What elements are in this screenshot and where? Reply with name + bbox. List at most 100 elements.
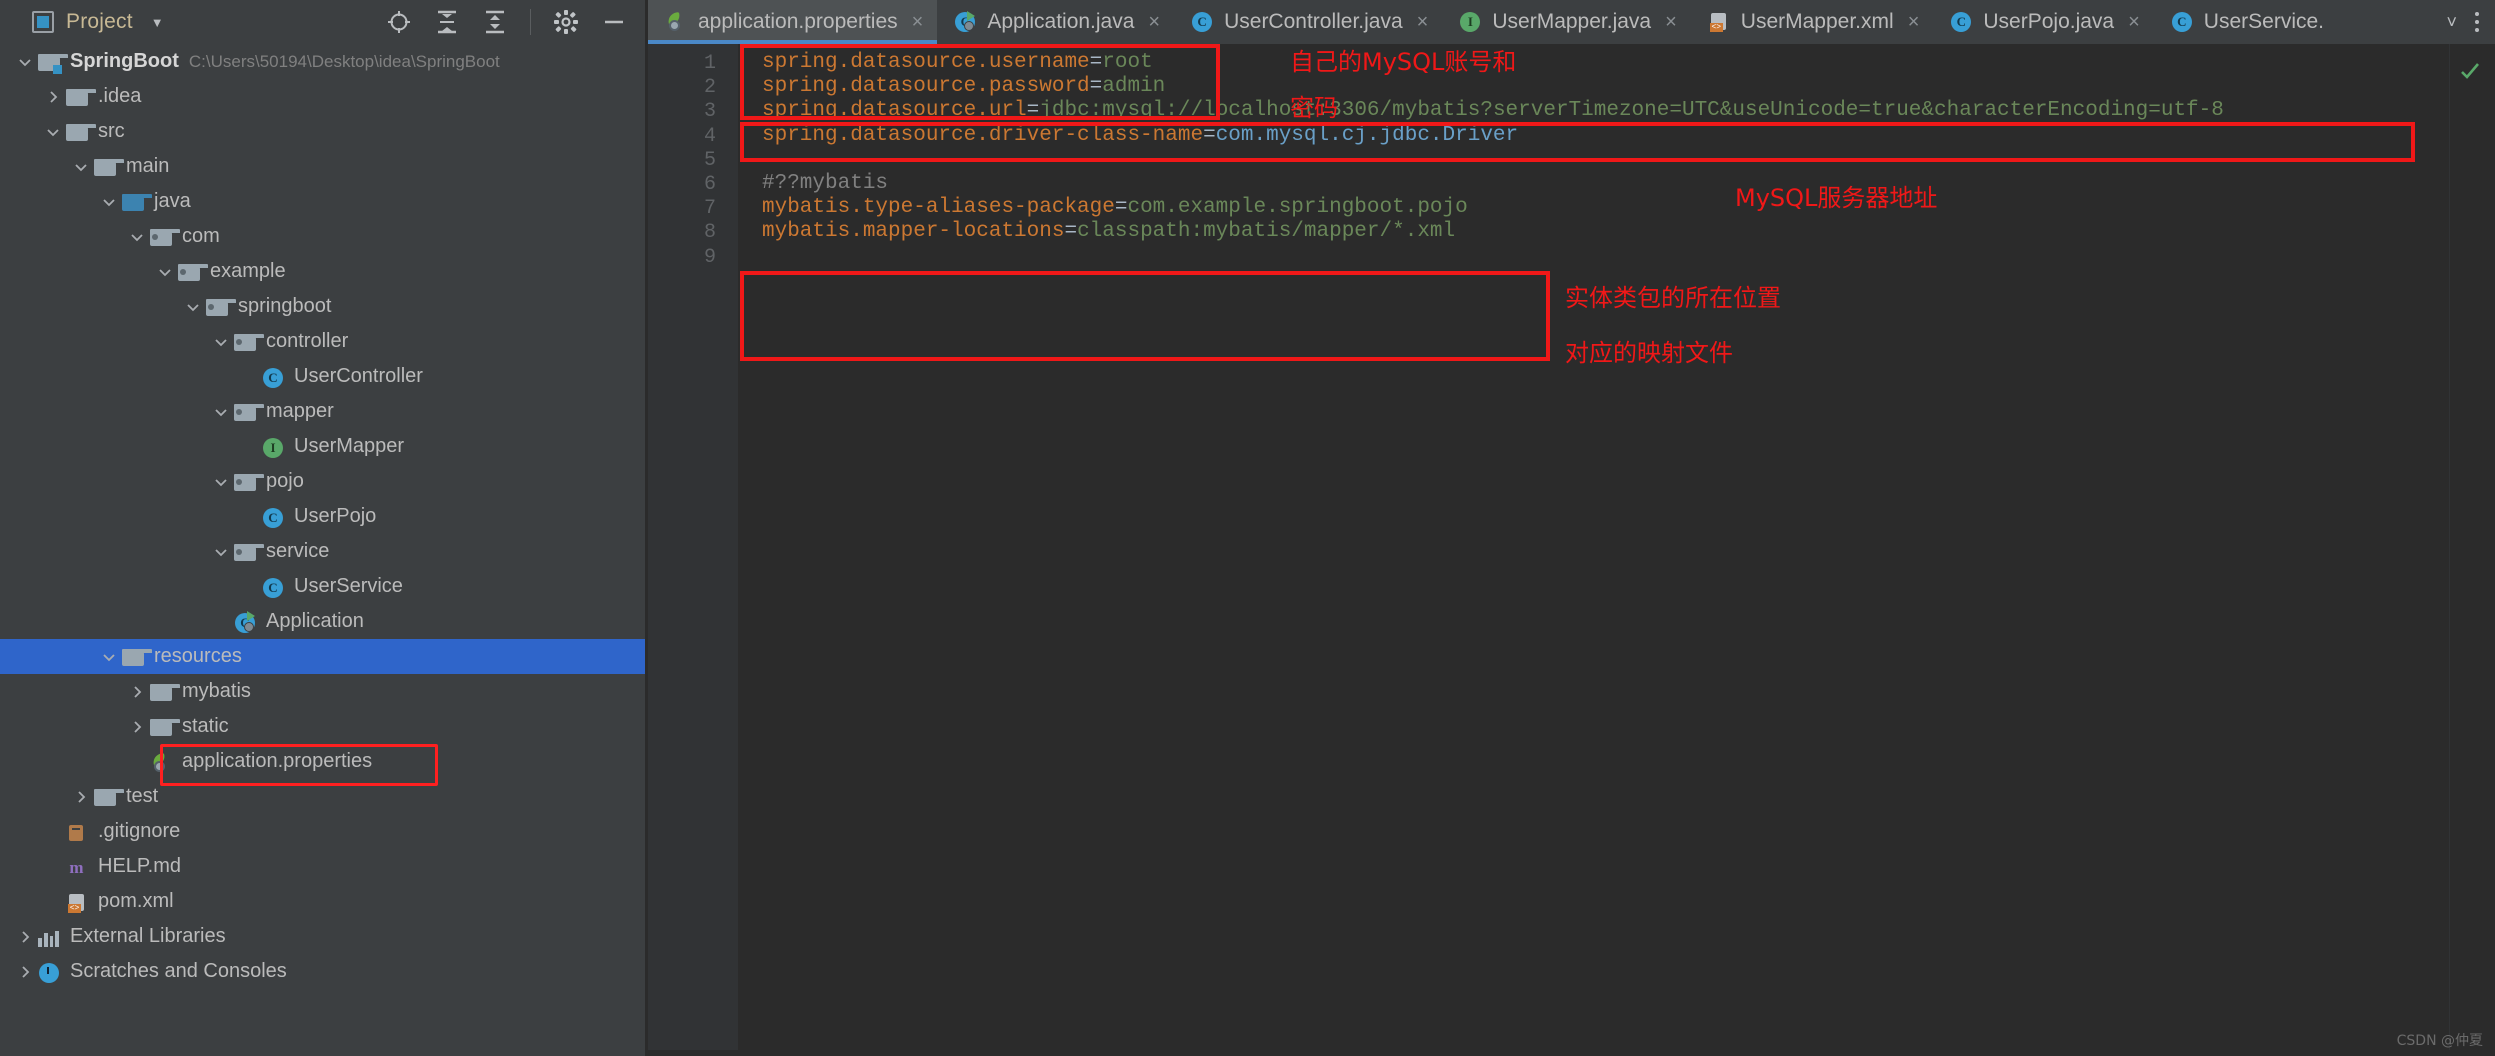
tree-item-help-md[interactable]: m HELP.md — [0, 849, 645, 884]
chevron-down-icon[interactable] — [154, 261, 176, 283]
tree-item-userservice[interactable]: C UserService — [0, 569, 645, 604]
editor-tab-usercontroller-java[interactable]: C UserController.java × — [1174, 0, 1442, 44]
project-tree[interactable]: SpringBoot C:\Users\50194\Desktop\idea\Sp… — [0, 44, 645, 1056]
locate-icon[interactable] — [386, 9, 412, 35]
tree-item-springboot[interactable]: springboot — [0, 289, 645, 324]
tree-item-java[interactable]: java — [0, 184, 645, 219]
tree-item-label: UserPojo — [294, 505, 377, 527]
code-token: = — [1026, 99, 1040, 123]
tree-item-test[interactable]: test — [0, 779, 645, 814]
tree-item-pom-xml[interactable]: <> pom.xml — [0, 884, 645, 919]
editor-tab-usermapper-xml[interactable]: <> UserMapper.xml × — [1691, 0, 1934, 44]
tree-item-path: C:\Users\50194\Desktop\idea\SpringBoot — [188, 51, 500, 71]
chevron-down-icon[interactable] — [98, 191, 120, 213]
tree-item-application[interactable]: C Application — [0, 604, 645, 639]
tree-item-pojo[interactable]: pojo — [0, 464, 645, 499]
tree-item-springboot[interactable]: SpringBoot C:\Users\50194\Desktop\idea\Sp… — [0, 44, 645, 79]
chevron-right-icon[interactable] — [14, 961, 36, 983]
spring-properties-icon — [664, 10, 688, 34]
code-line-2: spring.datasource.password=admin — [762, 76, 1165, 97]
tree-item-controller[interactable]: controller — [0, 324, 645, 359]
editor-marker-strip[interactable] — [2449, 44, 2495, 1056]
chevron-down-icon[interactable] — [42, 121, 64, 143]
tree-item-label: com — [182, 225, 220, 247]
gear-icon[interactable] — [553, 9, 579, 35]
tree-item-userpojo[interactable]: C UserPojo — [0, 499, 645, 534]
code-editor[interactable]: 123456789 spring.datasource.username=roo… — [648, 44, 2495, 1056]
chevron-down-icon[interactable]: ˅ — [2446, 12, 2457, 33]
kebab-menu-icon[interactable] — [2475, 12, 2479, 32]
tree-item-label: pom.xml — [98, 890, 174, 912]
editor-tab-label: UserService. — [2203, 10, 2324, 33]
chevron-down-icon[interactable]: ▼ — [151, 16, 164, 29]
resource-folder-icon — [120, 646, 152, 668]
close-icon[interactable]: × — [1908, 11, 1920, 34]
tree-item-label: .idea — [98, 85, 142, 107]
tree-item-usercontroller[interactable]: C UserController — [0, 359, 645, 394]
package-folder-icon — [232, 541, 264, 563]
close-icon[interactable]: × — [1148, 11, 1160, 34]
tree-item-idea[interactable]: .idea — [0, 79, 645, 114]
chevron-right-icon[interactable] — [126, 716, 148, 738]
code-line-1: spring.datasource.username=root — [762, 52, 1153, 73]
tree-item-mapper[interactable]: mapper — [0, 394, 645, 429]
tree-item-static[interactable]: static — [0, 709, 645, 744]
chevron-down-icon[interactable] — [98, 646, 120, 668]
tree-item-src[interactable]: src — [0, 114, 645, 149]
package-folder-icon — [232, 401, 264, 423]
tree-item-service[interactable]: service — [0, 534, 645, 569]
chevron-right-icon[interactable] — [14, 926, 36, 948]
code-token: spring.datasource.username — [762, 51, 1090, 74]
collapse-all-icon[interactable] — [482, 9, 508, 35]
code-token: com.mysql.cj.jdbc.Driver — [1215, 123, 1519, 147]
tree-item-mybatis[interactable]: mybatis — [0, 674, 645, 709]
editor-tab-application-java[interactable]: C Application.java × — [937, 0, 1174, 44]
tree-item-example[interactable]: example — [0, 254, 645, 289]
tree-item-main[interactable]: main — [0, 149, 645, 184]
editor-tab-application-properties[interactable]: application.properties × — [648, 0, 938, 44]
editor-tab-usermapper-java[interactable]: I UserMapper.java × — [1442, 0, 1690, 44]
code-token: admin — [1102, 75, 1166, 99]
chevron-down-icon[interactable] — [210, 541, 232, 563]
minimize-icon[interactable] — [601, 9, 627, 35]
tree-item-usermapper[interactable]: I UserMapper — [0, 429, 645, 464]
tree-item-external-libraries[interactable]: External Libraries — [0, 919, 645, 954]
close-icon[interactable]: × — [1665, 11, 1677, 34]
scratches-icon — [36, 961, 62, 983]
close-icon[interactable]: × — [1417, 11, 1429, 34]
editor-code-area[interactable]: spring.datasource.username=root spring.da… — [762, 44, 2445, 1056]
chevron-right-icon[interactable] — [70, 786, 92, 808]
tree-item-label: main — [126, 155, 170, 177]
tree-item-label: UserController — [294, 365, 423, 387]
chevron-right-icon[interactable] — [126, 681, 148, 703]
editor-tab-userpojo-java[interactable]: C UserPojo.java × — [1933, 0, 2153, 44]
folder-icon — [148, 681, 180, 703]
editor-tab-userservice[interactable]: C UserService. — [2154, 0, 2338, 44]
horizontal-scrollbar[interactable] — [648, 1050, 2495, 1056]
tree-item-scratches-and-consoles[interactable]: Scratches and Consoles — [0, 954, 645, 989]
expand-all-icon[interactable] — [434, 9, 460, 35]
tree-item-application-properties[interactable]: application.properties — [0, 744, 645, 779]
java-class-icon: C — [260, 506, 286, 528]
tree-item-label: java — [154, 190, 191, 212]
chevron-right-icon[interactable] — [42, 86, 64, 108]
tree-item-gitignore[interactable]: .gitignore — [0, 814, 645, 849]
chevron-down-icon[interactable] — [14, 51, 36, 73]
line-number: 5 — [703, 148, 716, 172]
tree-item-com[interactable]: com — [0, 219, 645, 254]
close-icon[interactable]: × — [2128, 11, 2140, 34]
chevron-down-icon[interactable] — [126, 226, 148, 248]
chevron-down-icon[interactable] — [70, 156, 92, 178]
chevron-down-icon[interactable] — [210, 471, 232, 493]
chevron-down-icon[interactable] — [182, 296, 204, 318]
chevron-down-icon[interactable] — [210, 331, 232, 353]
java-class-icon: C — [260, 366, 286, 388]
code-line-3: spring.datasource.url=jdbc:mysql://local… — [762, 100, 2224, 121]
tree-item-resources[interactable]: resources — [0, 639, 645, 674]
package-folder-icon — [148, 226, 180, 248]
chevron-down-icon[interactable] — [210, 401, 232, 423]
line-number: 3 — [703, 100, 716, 124]
tree-item-label: test — [126, 785, 159, 807]
close-icon[interactable]: × — [912, 11, 924, 34]
code-line-7: mybatis.type-aliases-package=com.example… — [762, 197, 1468, 218]
